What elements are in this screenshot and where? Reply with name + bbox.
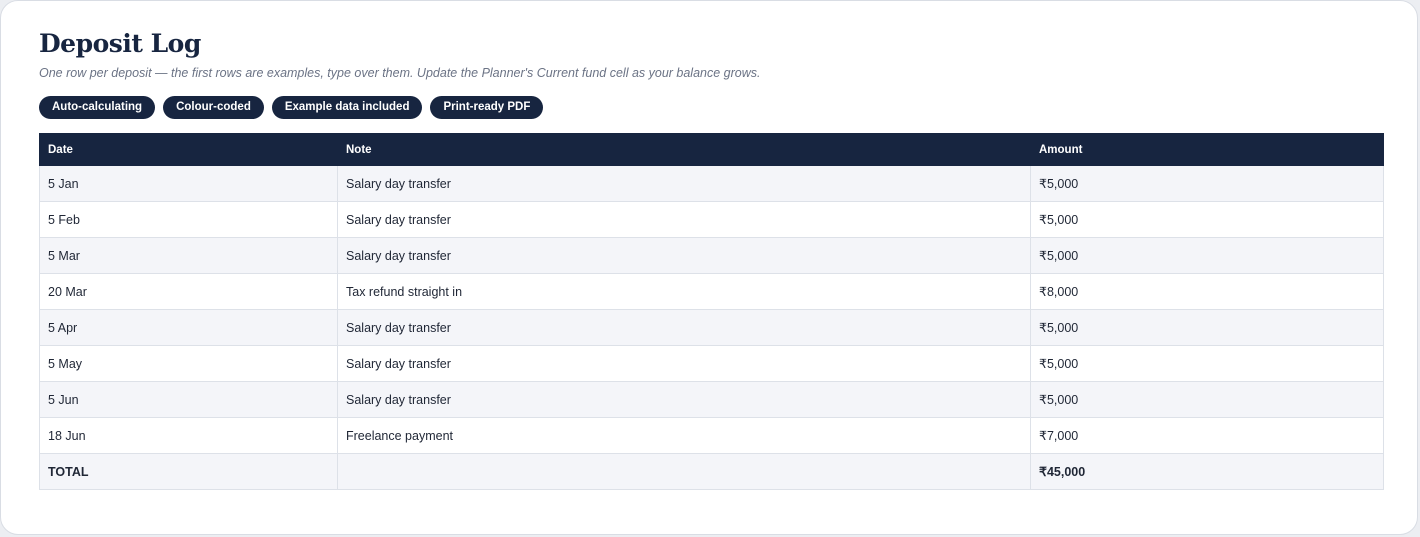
amount-cell[interactable]: ₹5,000 (1030, 201, 1384, 238)
table-row: 5 Mar Salary day transfer ₹5,000 (39, 237, 1384, 274)
note-cell[interactable]: Salary day transfer (337, 237, 1031, 274)
note-cell[interactable]: Salary day transfer (337, 381, 1031, 418)
amount-cell[interactable]: ₹5,000 (1030, 165, 1384, 202)
column-header-date: Date (39, 133, 338, 166)
amount-cell[interactable]: ₹5,000 (1030, 309, 1384, 346)
deposit-table: Date Note Amount 5 Jan Salary day transf… (39, 133, 1384, 490)
note-cell[interactable]: Salary day transfer (337, 309, 1031, 346)
amount-cell[interactable]: ₹5,000 (1030, 345, 1384, 382)
date-cell[interactable]: 5 Feb (39, 201, 338, 238)
badge-colour-coded: Colour-coded (163, 96, 264, 119)
date-cell[interactable]: 18 Jun (39, 417, 338, 454)
badge-auto-calculating: Auto-calculating (39, 96, 156, 119)
feature-badges: Auto-calculating Colour-coded Example da… (39, 96, 544, 119)
column-header-amount: Amount (1030, 133, 1384, 166)
date-cell[interactable]: 5 May (39, 345, 338, 382)
date-cell[interactable]: 5 Jun (39, 381, 338, 418)
note-cell[interactable]: Freelance payment (337, 417, 1031, 454)
note-cell[interactable]: Tax refund straight in (337, 273, 1031, 310)
date-cell[interactable]: 5 Mar (39, 237, 338, 274)
table-row: 20 Mar Tax refund straight in ₹8,000 (39, 273, 1384, 310)
page-title: Deposit Log (39, 29, 201, 58)
table-row: 5 Feb Salary day transfer ₹5,000 (39, 201, 1384, 238)
table-row: 5 Jan Salary day transfer ₹5,000 (39, 165, 1384, 202)
table-row: 18 Jun Freelance payment ₹7,000 (39, 417, 1384, 454)
total-label: TOTAL (39, 453, 338, 490)
note-cell[interactable]: Salary day transfer (337, 345, 1031, 382)
deposit-log-card: Deposit Log One row per deposit — the fi… (0, 0, 1418, 535)
date-cell[interactable]: 5 Apr (39, 309, 338, 346)
table-row: 5 May Salary day transfer ₹5,000 (39, 345, 1384, 382)
note-cell[interactable]: Salary day transfer (337, 201, 1031, 238)
table-row: 5 Jun Salary day transfer ₹5,000 (39, 381, 1384, 418)
total-note-cell (337, 453, 1031, 490)
table-header-row: Date Note Amount (39, 133, 1384, 166)
amount-cell[interactable]: ₹8,000 (1030, 273, 1384, 310)
amount-cell[interactable]: ₹7,000 (1030, 417, 1384, 454)
date-cell[interactable]: 20 Mar (39, 273, 338, 310)
badge-example-data: Example data included (271, 96, 423, 119)
total-row: TOTAL ₹45,000 (39, 453, 1384, 490)
badge-print-ready: Print-ready PDF (430, 96, 544, 119)
table-row: 5 Apr Salary day transfer ₹5,000 (39, 309, 1384, 346)
column-header-note: Note (337, 133, 1031, 166)
date-cell[interactable]: 5 Jan (39, 165, 338, 202)
total-amount: ₹45,000 (1030, 453, 1384, 490)
amount-cell[interactable]: ₹5,000 (1030, 381, 1384, 418)
amount-cell[interactable]: ₹5,000 (1030, 237, 1384, 274)
note-cell[interactable]: Salary day transfer (337, 165, 1031, 202)
page-subtitle: One row per deposit — the first rows are… (39, 66, 761, 80)
